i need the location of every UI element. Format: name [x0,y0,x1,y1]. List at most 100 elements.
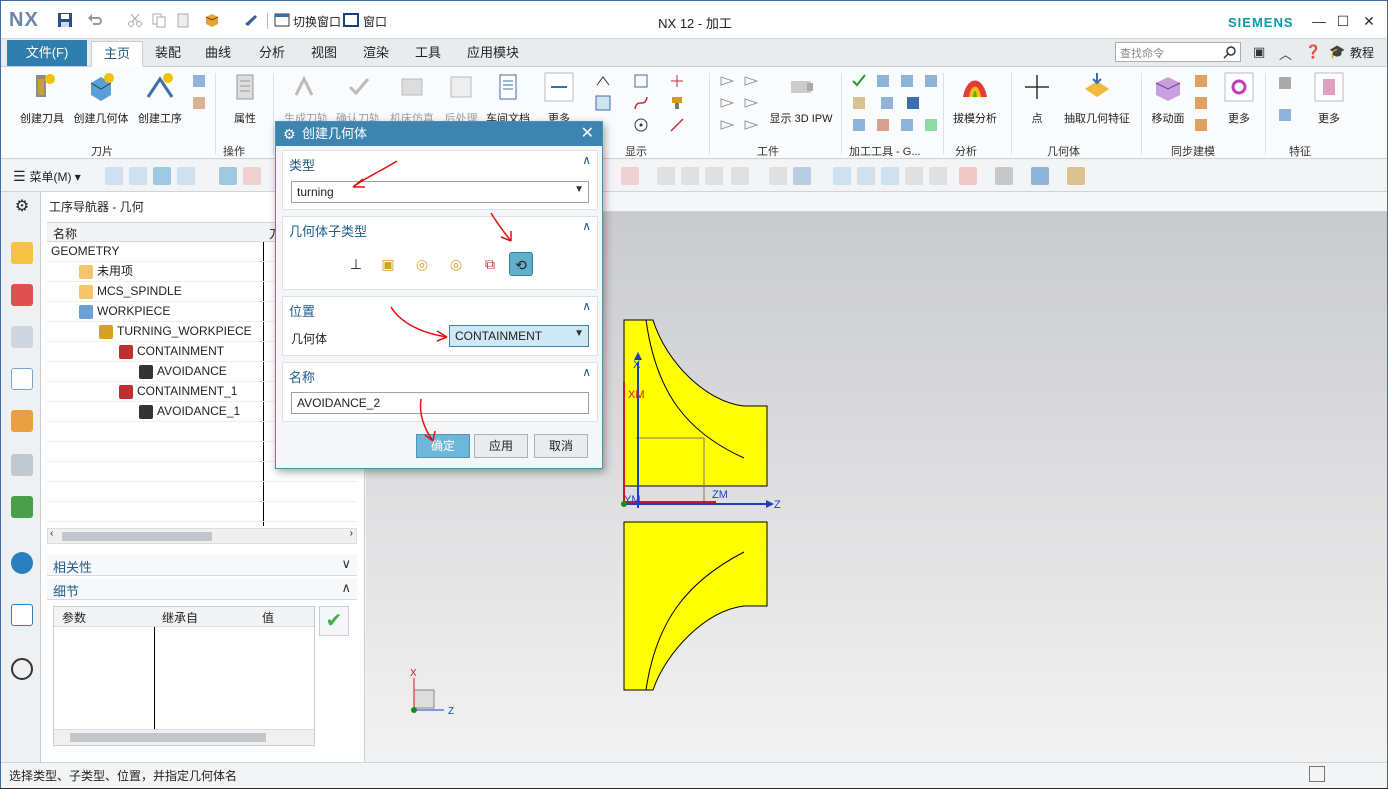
chevron-up-icon[interactable]: ∧ [341,580,351,596]
machining-tool-5-icon[interactable] [851,95,867,111]
scroll-thumb[interactable] [62,532,212,541]
geometry-parent-select[interactable]: CONTAINMENT ▼ [449,325,589,347]
layer-icon[interactable] [1067,167,1085,185]
chevron-up-icon[interactable]: ∧ [582,153,591,167]
maximize-button[interactable]: ☐ [1331,11,1355,31]
column-name[interactable]: 名称 [53,227,77,241]
tab-file[interactable]: 文件(F) [7,40,87,66]
tab-curve[interactable]: 曲线 [197,41,239,67]
filter-3-icon[interactable] [177,167,195,185]
ok-button[interactable]: 确定 [416,434,470,458]
ribbon-options-icon[interactable]: ▣ [1253,44,1265,60]
position-section-title[interactable]: 位置 [289,301,315,320]
section-icon[interactable] [1031,167,1049,185]
program-order-icon[interactable] [191,73,207,89]
machining-feature-icon[interactable] [11,454,33,476]
feature-tool-1-icon[interactable] [1277,75,1293,91]
workpiece-tool-2-icon[interactable] [719,95,735,111]
view-tool-4-icon[interactable] [705,167,723,185]
machine-tool-navigator-icon[interactable] [11,410,33,432]
show-3d-ipw-button[interactable]: 显示 3D IPW [767,71,835,126]
move-face-button[interactable]: 移动面 [1147,71,1189,126]
postprocess-button[interactable]: 后处理 [439,71,483,126]
close-window-button[interactable]: ✕ [1357,11,1381,31]
chevron-up-icon[interactable]: ∧ [582,219,591,233]
navigator-hscrollbar[interactable]: ‹ › [47,528,357,544]
chevron-up-icon[interactable]: ∧ [582,365,591,379]
filter-2-icon[interactable] [129,167,147,185]
assembly-navigator-icon[interactable] [11,242,33,264]
part-navigator-icon[interactable] [11,326,33,348]
workpiece-tool-3-icon[interactable] [719,117,735,133]
operation-navigator-icon[interactable] [11,368,33,390]
axis-icon[interactable] [669,73,685,89]
constraint-navigator-icon[interactable] [11,284,33,306]
generate-toolpath-button[interactable]: 生成刀轨 [281,71,331,126]
chevron-down-icon[interactable]: ∨ [341,556,351,572]
display-mode-icon[interactable] [633,73,649,89]
dialog-close-button[interactable]: ✕ [581,122,594,146]
more-toolpath-button[interactable]: 更多 [539,71,579,126]
hatch-icon[interactable] [595,95,611,111]
workpiece-subtype-icon[interactable]: ▣ [376,252,400,276]
shop-docs-button[interactable]: 车间文档 [483,71,533,126]
tutorial-icon[interactable]: 🎓 [1329,44,1345,60]
view-tool-2-icon[interactable] [657,167,675,185]
workpiece-tool-4-icon[interactable] [743,73,759,89]
command-search-input[interactable]: 查找命令 [1115,42,1241,62]
machining-tool-11-icon[interactable] [923,117,939,133]
turning-part-subtype-icon[interactable]: ◎ [444,252,468,276]
collapse-ribbon-icon[interactable]: ︿ [1279,44,1292,63]
view-tool-5-icon[interactable] [731,167,749,185]
turning-workpiece-subtype-icon[interactable]: ◎ [410,252,434,276]
rotate-icon[interactable] [881,167,899,185]
reuse-library-icon[interactable] [11,496,33,518]
more-sync-button[interactable]: 更多 [1219,71,1259,126]
machining-tool-8-icon[interactable] [851,117,867,133]
details-scroll-thumb[interactable] [70,733,266,742]
tab-assembly[interactable]: 装配 [147,41,189,67]
point-button[interactable]: 点 [1021,71,1053,126]
machine-simulation-button[interactable]: 机床仿真 [387,71,437,126]
selected-filter-icon[interactable] [153,167,171,185]
tab-home[interactable]: 主页 [91,41,143,67]
machining-tool-2-icon[interactable] [875,73,891,89]
view-orient-icon[interactable] [929,167,947,185]
type-select[interactable]: turning ▼ [291,181,589,203]
verify-toolpath-button[interactable]: 确认刀轨 [333,71,383,126]
details-hscrollbar[interactable] [54,729,314,745]
view-tool-3-icon[interactable] [681,167,699,185]
view-tool-7-icon[interactable] [793,167,811,185]
machining-tool-9-icon[interactable] [875,117,891,133]
name-input[interactable]: AVOIDANCE_2 [291,392,589,414]
check-tool-icon[interactable] [851,73,867,89]
apply-button[interactable]: 应用 [474,434,528,458]
view-tool-6-icon[interactable] [769,167,787,185]
extract-geometry-button[interactable]: 抽取几何特征 [1059,71,1135,126]
clock-icon[interactable] [11,658,33,680]
containment-subtype-icon[interactable]: ⧉ [478,252,502,276]
fullscreen-icon[interactable] [1309,766,1325,782]
workpiece-tool-5-icon[interactable] [743,95,759,111]
web-browser-icon[interactable] [11,552,33,574]
sync-tool-2-icon[interactable] [1193,95,1209,111]
type-section-title[interactable]: 类型 [289,155,315,174]
details-section[interactable]: 细节 ∧ [47,578,357,600]
curve-path-icon[interactable] [633,95,649,111]
snap-2-icon[interactable] [243,167,261,185]
tool-holder-icon[interactable] [669,95,685,111]
workpiece-tool-6-icon[interactable] [743,117,759,133]
feature-tool-2-icon[interactable] [1277,107,1293,123]
chevron-up-icon[interactable]: ∧ [582,299,591,313]
snap-icon[interactable] [219,167,237,185]
dependencies-section[interactable]: 相关性 ∨ [47,554,357,576]
tab-render[interactable]: 渲染 [355,41,397,67]
minimize-button[interactable]: — [1307,11,1331,31]
machining-tool-6-icon[interactable] [879,95,895,111]
machining-tool-4-icon[interactable] [923,73,939,89]
tab-application[interactable]: 应用模块 [461,41,525,67]
machining-tool-3-icon[interactable] [899,73,915,89]
name-section-title[interactable]: 名称 [289,367,315,386]
more-feature-button[interactable]: 更多 [1309,71,1349,126]
workpiece-tool-1-icon[interactable] [719,73,735,89]
